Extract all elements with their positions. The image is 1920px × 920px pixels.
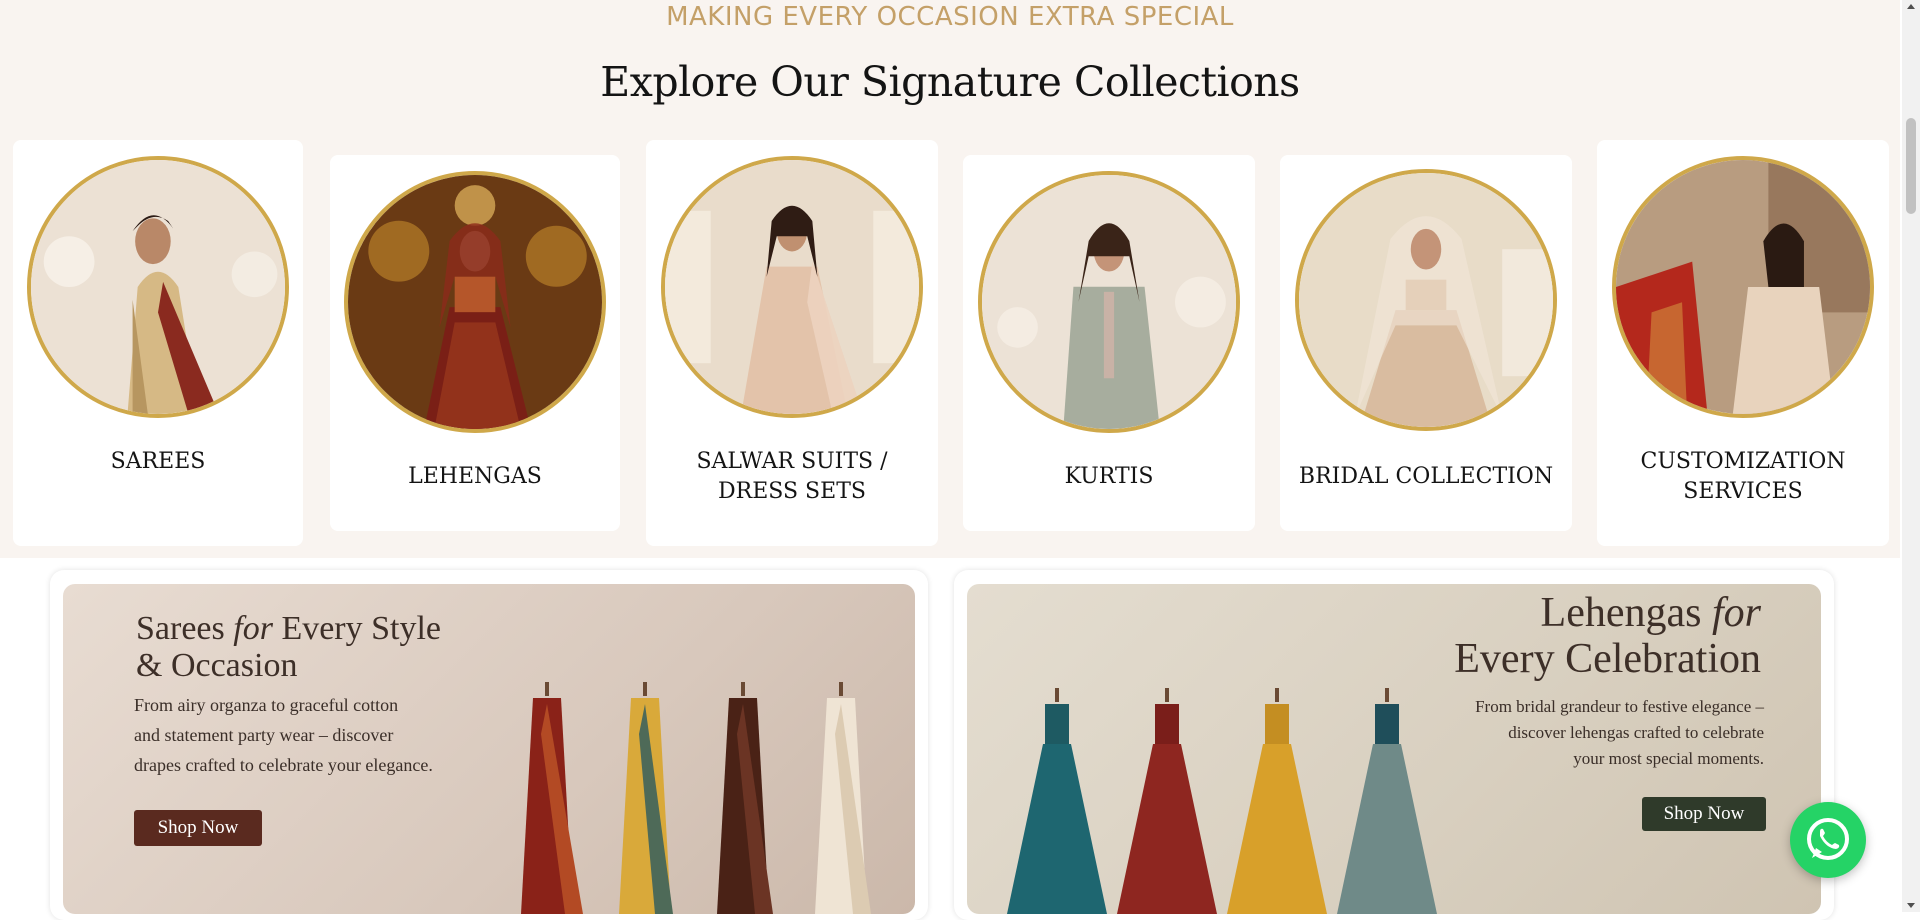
collection-card-sarees[interactable]: SAREES (13, 140, 303, 546)
collections-section: MAKING EVERY OCCASION EXTRA SPECIAL Expl… (0, 0, 1900, 558)
collection-card-kurtis[interactable]: KURTIS (963, 155, 1255, 531)
scrollbar-thumb[interactable] (1906, 118, 1916, 214)
collection-label: LEHENGAS (408, 464, 542, 489)
collection-label: BRIDAL COLLECTION (1298, 464, 1554, 489)
lehengas-shop-now-button[interactable]: Shop Now (1642, 797, 1766, 831)
collection-label: KURTIS (1064, 464, 1154, 489)
page-scrollbar[interactable] (1902, 0, 1920, 912)
whatsapp-icon (1807, 818, 1849, 860)
lehengas-mannequins (1007, 688, 1437, 914)
collection-card-customization[interactable]: CUSTOMIZATION SERVICES (1597, 140, 1889, 546)
lehengas-image (344, 171, 606, 433)
bridal-image (1295, 169, 1557, 431)
salwar-suits-image (661, 156, 923, 418)
sarees-banner[interactable]: Sarees for Every Style & Occasion From a… (63, 584, 915, 914)
collection-label: CUSTOMIZATION SERVICES (1640, 449, 1846, 504)
section-eyebrow: MAKING EVERY OCCASION EXTRA SPECIAL (666, 2, 1234, 32)
lehengas-banner[interactable]: Lehengas for Every Celebration From brid… (967, 584, 1821, 914)
lehengas-banner-title: Lehengas for Every Celebration (1454, 590, 1761, 682)
section-title: Explore Our Signature Collections (600, 58, 1300, 106)
collection-card-lehengas[interactable]: LEHENGAS (330, 155, 620, 531)
sarees-banner-description: From airy organza to graceful cotton and… (134, 695, 433, 775)
sarees-banner-title: Sarees for Every Style & Occasion (136, 610, 442, 684)
scroll-down-arrow-icon[interactable] (1907, 903, 1915, 908)
sarees-image (27, 156, 289, 418)
collection-label: SALWAR SUITS / DRESS SETS (696, 449, 888, 504)
kurtis-image (978, 171, 1240, 433)
lehengas-banner-description: From bridal grandeur to festive elegance… (1475, 697, 1764, 768)
sarees-banner-card: Sarees for Every Style & Occasion From a… (50, 570, 928, 920)
collection-card-bridal[interactable]: BRIDAL COLLECTION (1280, 155, 1572, 531)
customization-image (1612, 156, 1874, 418)
collection-card-salwar-suits[interactable]: SALWAR SUITS / DRESS SETS (646, 140, 938, 546)
whatsapp-chat-button[interactable] (1790, 802, 1866, 878)
sarees-mannequins (521, 682, 871, 914)
lehengas-banner-card: Lehengas for Every Celebration From brid… (954, 570, 1834, 920)
scroll-up-arrow-icon[interactable] (1907, 4, 1915, 9)
collection-label: SAREES (110, 449, 206, 474)
sarees-shop-now-button[interactable]: Shop Now (134, 810, 262, 846)
